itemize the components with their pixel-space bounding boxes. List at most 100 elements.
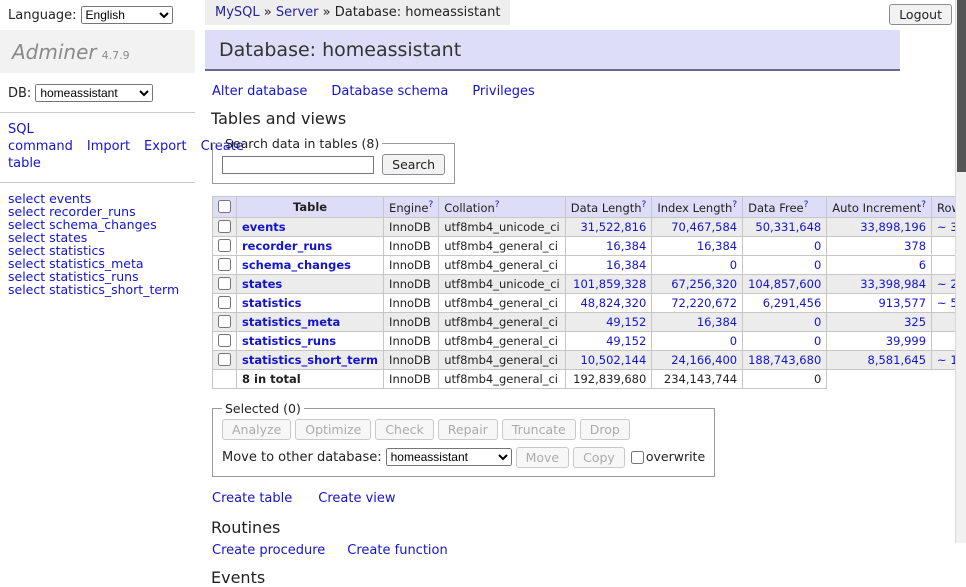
row-checkbox[interactable] [218,296,231,309]
scrollbar-track[interactable] [955,0,966,543]
column-help-link[interactable]: ? [428,200,433,210]
cell-data-length[interactable]: 48,824,320 [580,296,646,310]
cell-data-free[interactable]: 6,291,456 [763,296,822,310]
cell-auto-increment[interactable]: 325 [904,315,926,329]
cell-data-length[interactable]: 101,859,328 [573,277,646,291]
drop-button: Drop [580,419,630,440]
cell-index-length[interactable]: 16,384 [697,239,737,253]
table-link-states[interactable]: states [242,277,282,291]
cell-data-length[interactable]: 31,522,816 [580,220,646,234]
cell-data-length: 49,152 [565,331,652,350]
cell-auto-increment[interactable]: 6 [919,258,926,272]
column-help-link[interactable]: ? [495,200,500,210]
row-checkbox[interactable] [218,258,231,271]
link-database-schema[interactable]: Database schema [331,84,448,99]
link-alter-database[interactable]: Alter database [212,84,307,99]
sidebar-actions: SQL commandImportExportCreate table [0,113,195,182]
cell-data-free: 0 [743,255,827,274]
cell-auto-increment[interactable]: 378 [904,239,926,253]
overwrite-checkbox[interactable] [631,451,644,464]
cell-data-free: 50,331,648 [743,217,827,236]
cell-index-length[interactable]: 16,384 [697,315,737,329]
cell-data-free[interactable]: 0 [814,315,821,329]
cell-index-length[interactable]: 0 [730,334,737,348]
table-link-recorder_runs[interactable]: recorder_runs [242,239,332,253]
routine-links: Create procedure Create function [212,543,953,558]
cell-auto-increment[interactable]: 33,398,984 [860,277,926,291]
cell-auto-increment[interactable]: 913,577 [878,296,926,310]
link-create-function[interactable]: Create function [347,543,447,558]
link-create-procedure[interactable]: Create procedure [212,543,325,558]
cell-data-length[interactable]: 49,152 [606,334,646,348]
cell-auto-increment[interactable]: 33,898,196 [860,220,926,234]
cell-index-length[interactable]: 67,256,320 [671,277,737,291]
cell-data-free[interactable]: 50,331,648 [755,220,821,234]
search-input[interactable] [222,156,374,174]
move-button: Move [516,447,570,468]
cell-index-length: 0 [652,255,743,274]
link-create-view[interactable]: Create view [318,491,395,506]
table-header-row: TableEngine?Collation?Data Length?Index … [213,197,966,218]
column-header-data-length: Data Length? [565,197,652,218]
column-help-link[interactable]: ? [804,200,809,210]
truncate-button: Truncate [502,419,576,440]
cell-index-length[interactable]: 0 [730,258,737,272]
search-button[interactable]: Search [382,154,445,175]
tables-heading: Tables and views [211,109,953,128]
row-checkbox[interactable] [218,277,231,290]
sidebar: Language:English Adminer4.7.9 DB:homeass… [0,0,195,305]
row-checkbox[interactable] [218,315,231,328]
selected-legend: Selected (0) [222,401,304,416]
column-header-data-free: Data Free? [743,197,827,218]
cell-data-length[interactable]: 10,502,144 [580,353,646,367]
cell-auto-increment[interactable]: 8,581,645 [868,353,927,367]
link-privileges[interactable]: Privileges [472,84,535,99]
table-row-events: eventsInnoDButf8mb4_unicode_ci31,522,816… [213,217,966,236]
cell-index-length[interactable]: 70,467,584 [671,220,737,234]
cell-data-free[interactable]: 0 [814,258,821,272]
cell-index-length: 67,256,320 [652,274,743,293]
row-select-cell [213,217,237,236]
table-link-statistics: statistics [237,293,384,312]
row-checkbox[interactable] [218,353,231,366]
cell-data-free[interactable]: 104,857,600 [748,277,821,291]
cell-data-length[interactable]: 49,152 [606,315,646,329]
row-checkbox[interactable] [218,220,231,233]
column-help-link[interactable]: ? [732,200,737,210]
table-link-events[interactable]: events [242,220,286,234]
cell-data-length[interactable]: 16,384 [606,239,646,253]
sidebar-action-export[interactable]: Export [144,139,187,154]
cell-engine: InnoDB [384,217,439,236]
cell-index-length[interactable]: 24,166,400 [671,353,737,367]
total-label: 8 in total [237,369,384,388]
move-database-select[interactable]: homeassistant [386,448,512,466]
select-all-header [213,197,237,218]
cell-index-length: 16,384 [652,312,743,331]
sidebar-action-sql-command[interactable]: SQL command [8,122,73,154]
column-help-link[interactable]: ? [921,200,926,210]
language-select[interactable]: English [81,6,173,24]
db-select[interactable]: homeassistant [35,84,153,102]
select-all-checkbox[interactable] [218,200,231,213]
column-help-link[interactable]: ? [642,200,647,210]
table-link-schema_changes[interactable]: schema_changes [242,258,351,272]
cell-data-length: 16,384 [565,255,652,274]
link-create-table[interactable]: Create table [212,491,292,506]
cell-index-length: 0 [652,331,743,350]
table-link-statistics_short_term[interactable]: statistics_short_term [242,353,378,367]
cell-auto-increment[interactable]: 39,999 [886,334,926,348]
table-link-statistics_meta[interactable]: statistics_meta [242,315,340,329]
cell-index-length[interactable]: 72,220,672 [671,296,737,310]
row-checkbox[interactable] [218,334,231,347]
cell-data-length[interactable]: 16,384 [606,258,646,272]
cell-data-free[interactable]: 0 [814,239,821,253]
cell-data-free[interactable]: 0 [814,334,821,348]
sidebar-item-select-statistics-short-term[interactable]: select statistics_short_term [8,283,187,296]
scrollbar-thumb[interactable] [957,0,966,172]
cell-data-free[interactable]: 188,743,680 [748,353,821,367]
total-empty-cell [213,369,237,388]
table-link-statistics[interactable]: statistics [242,296,302,310]
table-link-statistics_runs[interactable]: statistics_runs [242,334,336,348]
sidebar-action-import[interactable]: Import [87,139,130,154]
row-checkbox[interactable] [218,239,231,252]
